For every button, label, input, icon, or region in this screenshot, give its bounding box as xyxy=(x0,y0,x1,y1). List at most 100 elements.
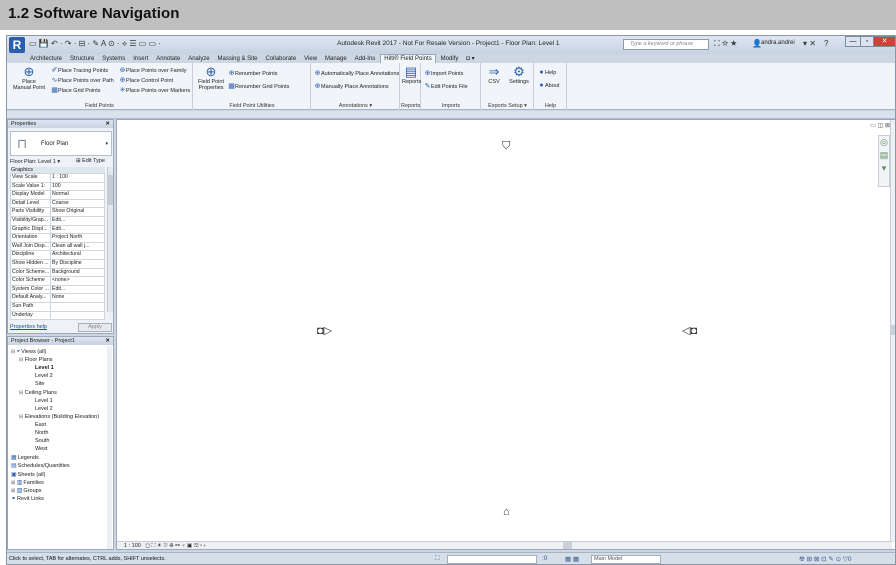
properties-scroll-thumb[interactable] xyxy=(108,175,113,205)
type-selector[interactable]: ⊓ Floor Plan ▾ xyxy=(10,131,112,156)
north-elevation-marker[interactable]: ⛉ xyxy=(502,140,510,153)
place-points-over-path-button[interactable]: ∿Place Points over Path xyxy=(51,76,114,84)
tree-item[interactable]: ▣Sheets (all) xyxy=(11,471,46,478)
tree-item[interactable]: ▦Legends xyxy=(11,454,39,461)
design-options-icon[interactable]: ▦ ▦ xyxy=(565,555,579,563)
property-value[interactable]: Background xyxy=(50,267,105,278)
property-value[interactable]: Normal xyxy=(50,190,105,200)
group-title-annotations[interactable]: Annotations ▾ xyxy=(312,103,399,109)
property-value[interactable]: Architectural xyxy=(50,250,105,260)
property-value[interactable]: Edit... xyxy=(50,284,105,295)
tree-item[interactable]: ⊞ ▥Families xyxy=(11,479,44,486)
close-button[interactable]: ✕ xyxy=(873,36,895,47)
east-elevation-marker[interactable]: ◁◘ xyxy=(682,324,697,337)
west-elevation-marker[interactable]: ◘▷ xyxy=(317,324,332,337)
tree-item[interactable]: East xyxy=(35,422,46,428)
drawing-canvas[interactable]: ⛉ ◘▷ ◁◘ ⌂ ▭ ◫ ⊠ ◎ ▤ ▾ xyxy=(116,119,895,550)
manual-place-annotations-button[interactable]: ⊕Manually Place Annotations xyxy=(314,82,389,90)
nav-menu-chevron-icon[interactable]: ▾ xyxy=(879,162,889,175)
property-value[interactable]: Edit... xyxy=(50,215,105,226)
exchange-icon[interactable]: ▾ ✕ xyxy=(803,39,816,48)
minimize-button[interactable]: — xyxy=(845,36,861,47)
steering-wheel-icon[interactable]: ◎ xyxy=(879,136,889,149)
renumber-points-button[interactable]: ⊕Renumber Points xyxy=(228,69,278,77)
tree-item[interactable]: ⊟ Elevations (Building Elevation) xyxy=(19,414,99,420)
selection-filter-icons[interactable]: ☢ ⊞ ⊠ ⊡ ✎ ⊙ ▽0 xyxy=(799,555,852,563)
properties-close-button[interactable]: ✕ xyxy=(105,120,110,128)
property-value[interactable] xyxy=(50,301,105,312)
about-button[interactable]: ●About xyxy=(538,82,559,89)
help-icon[interactable]: ? xyxy=(824,39,828,48)
project-browser-scrollbar[interactable] xyxy=(107,346,112,549)
place-tracing-points-button[interactable]: ✐Place Tracing Points xyxy=(51,66,109,74)
view-control-icons[interactable]: ◻ ⛶ ☀ ⛆ ⛯ ⚯ ♀ ▣ ⛫ ▫ › xyxy=(145,543,205,549)
reports-button[interactable]: ▤ Reports xyxy=(402,65,421,86)
tree-item[interactable]: ▤Schedules/Quantities xyxy=(11,462,70,469)
workset-icon[interactable]: ⛶ xyxy=(435,555,440,563)
renumber-grid-points-button[interactable]: ▦Renumber Grid Points xyxy=(228,82,289,90)
tab-hilti-field-points[interactable]: Hilti® Field Points xyxy=(380,54,436,63)
instance-filter-dropdown[interactable]: Floor Plan: Level 1 ▾ xyxy=(10,159,60,165)
tree-item[interactable]: West xyxy=(35,446,47,452)
edit-type-button[interactable]: ⊞ Edit Type xyxy=(76,158,105,164)
property-value[interactable]: 1 : 100 xyxy=(50,173,105,183)
property-value[interactable]: None xyxy=(50,293,105,303)
canvas-horizontal-scroll-thumb[interactable] xyxy=(563,542,572,549)
property-value[interactable]: <none> xyxy=(50,276,105,286)
csv-button[interactable]: ⇒ CSV xyxy=(484,65,504,86)
tree-item[interactable]: Level 2 xyxy=(35,406,53,412)
tree-item[interactable]: Level 1 xyxy=(35,365,54,371)
user-name[interactable]: andra.andrei xyxy=(761,40,795,46)
design-option-field[interactable]: Main Model xyxy=(591,555,661,564)
property-value[interactable]: Show Original xyxy=(50,207,105,217)
collapse-icon[interactable]: ⊟ xyxy=(11,349,15,355)
place-grid-points-button[interactable]: ▦Place Grid Points xyxy=(51,86,100,94)
properties-help-link[interactable]: Properties help xyxy=(10,324,47,330)
properties-scrollbar[interactable] xyxy=(107,167,113,312)
collapse-icon[interactable]: ⊟ xyxy=(19,414,23,420)
expand-icon[interactable]: ⊞ xyxy=(11,480,15,486)
place-manual-point-button[interactable]: ⊕ Place Manual Point xyxy=(9,65,49,92)
south-elevation-marker[interactable]: ⌂ xyxy=(503,506,510,518)
property-value[interactable]: 100 xyxy=(50,181,105,192)
edit-points-file-button[interactable]: ✎Edit Points File xyxy=(424,82,468,90)
search-input[interactable]: Type a keyword or phrase xyxy=(623,39,709,50)
tree-item[interactable]: ⊟ Floor Plans xyxy=(19,357,53,363)
tree-item[interactable]: Level 1 xyxy=(35,398,53,404)
canvas-vertical-scrollbar[interactable] xyxy=(890,120,895,542)
collapse-icon[interactable]: ⊟ xyxy=(19,390,23,396)
tree-item[interactable]: Level 2 xyxy=(35,373,53,379)
navigation-bar[interactable]: ◎ ▤ ▾ xyxy=(878,135,890,187)
canvas-vertical-scroll-thumb[interactable] xyxy=(891,325,895,335)
place-points-over-family-button[interactable]: ⊛Place Points over Family xyxy=(119,66,187,74)
view-window-controls[interactable]: ▭ ◫ ⊠ xyxy=(870,122,890,129)
place-points-over-markers-button[interactable]: ✳Place Points over Markers xyxy=(119,86,191,94)
import-points-button[interactable]: ⊕Import Points xyxy=(424,69,464,77)
property-value[interactable]: Edit... xyxy=(50,224,105,235)
expand-icon[interactable]: ⊞ xyxy=(11,488,15,494)
setup-dropdown[interactable]: Setup ▾ xyxy=(508,103,527,109)
tree-item[interactable]: South xyxy=(35,438,49,444)
property-value[interactable]: Clean all wall j... xyxy=(50,241,105,252)
tree-item[interactable]: ⊞ ▧Groups xyxy=(11,487,41,494)
view-scale[interactable]: 1 : 100 xyxy=(124,543,141,549)
infocenter-icons[interactable]: ⛶ ☆ ★ xyxy=(714,39,737,49)
collapse-icon[interactable]: ⊟ xyxy=(19,357,23,363)
workset-field[interactable] xyxy=(447,555,537,564)
project-browser-close-button[interactable]: ✕ xyxy=(105,337,110,345)
field-point-properties-button[interactable]: ⊕ Field Point Properties xyxy=(196,65,226,92)
tree-item[interactable]: North xyxy=(35,430,48,436)
tree-item[interactable]: Site xyxy=(35,381,44,387)
property-value[interactable]: By Discipline xyxy=(50,258,105,269)
tree-item[interactable]: ⚭Revit Links xyxy=(11,495,44,502)
property-value[interactable] xyxy=(50,310,105,321)
tree-item[interactable]: ⊟ ⌖Views (all) xyxy=(11,349,46,356)
tree-item[interactable]: ⊟ Ceiling Plans xyxy=(19,390,57,396)
zoom-icon[interactable]: ▤ xyxy=(879,149,889,162)
place-control-point-button[interactable]: ⊕Place Control Point xyxy=(119,76,174,84)
property-value[interactable]: Coarse xyxy=(50,198,105,209)
help-button[interactable]: ●Help xyxy=(538,69,556,76)
quick-access-toolbar[interactable]: ▭ 💾 ↶ · ↷ · ⊟ · ✎ A ⊙ · ⟡ ☰ ▭ ▭ · xyxy=(29,39,161,49)
auto-place-annotations-button[interactable]: ⊕Automatically Place Annotations xyxy=(314,69,400,77)
maximize-button[interactable]: ▫ xyxy=(860,36,874,47)
